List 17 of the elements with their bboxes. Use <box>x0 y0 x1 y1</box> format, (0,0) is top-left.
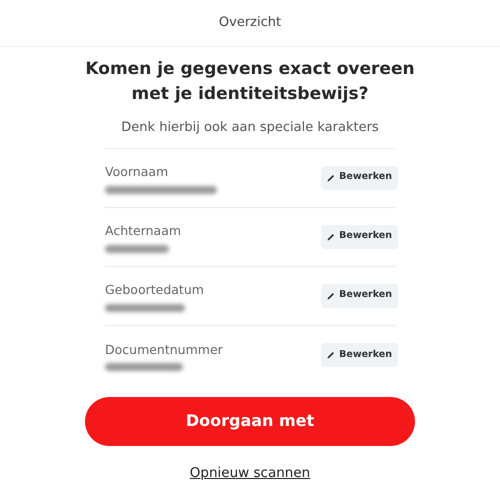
pencil-icon <box>327 232 336 240</box>
field-label: Voornaam <box>105 163 170 182</box>
pencil-icon <box>327 351 336 359</box>
header-title: Overzicht <box>218 14 282 32</box>
pencil-icon <box>327 174 336 182</box>
edit-button[interactable]: Bewerken <box>321 343 398 367</box>
edit-button[interactable]: Bewerken <box>321 284 398 308</box>
edit-button[interactable]: Bewerken <box>321 224 398 248</box>
subtitle: Denk hierbij ook aan speciale karakters <box>121 119 379 137</box>
continue-button[interactable]: Doorgaan met <box>85 396 415 446</box>
field-label: Documentnummer <box>105 340 223 359</box>
field-label: Achternaam <box>105 222 182 240</box>
pencil-icon <box>327 292 336 300</box>
edit-button[interactable]: Bewerken <box>321 166 398 190</box>
field-label: Geboortedatum <box>105 281 204 300</box>
heading: Komen je gegevens exact overeen met je identiteitsbewijs? <box>84 58 416 106</box>
rescan-link[interactable]: Opnieuw scannen <box>190 462 310 483</box>
